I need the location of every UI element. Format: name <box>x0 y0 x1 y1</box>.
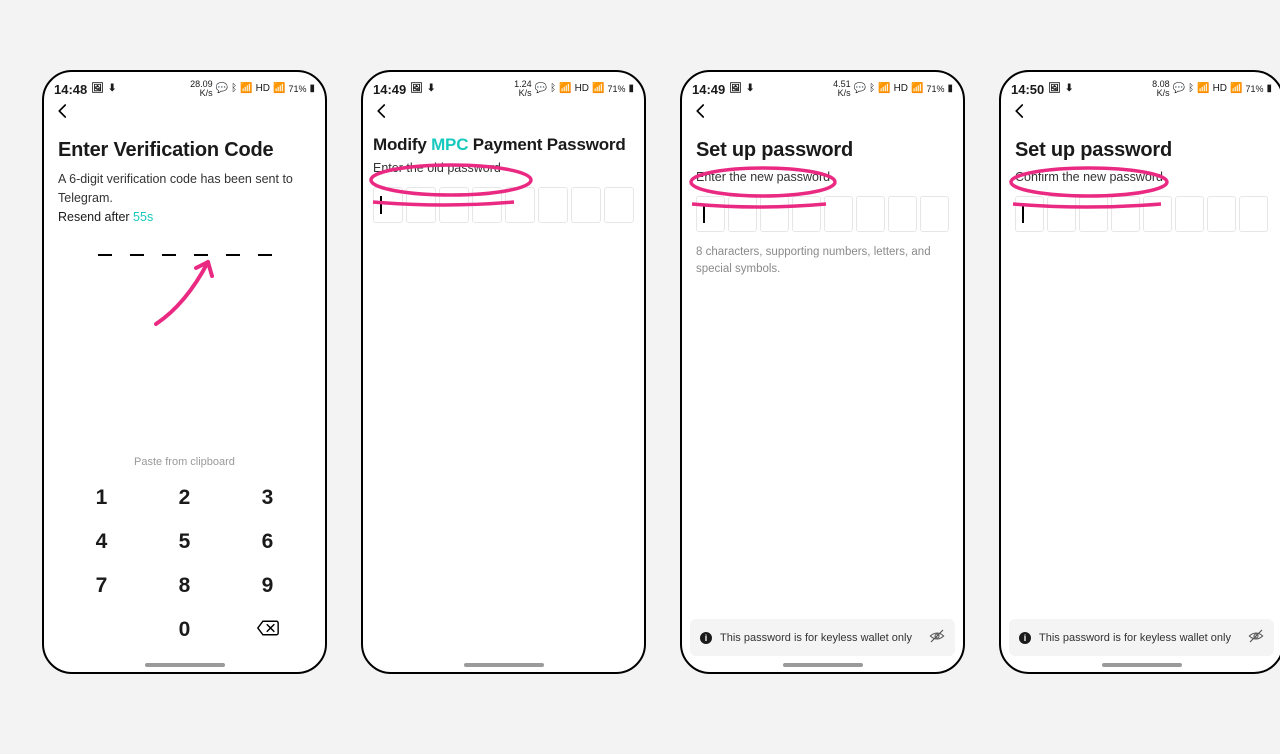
key-backspace[interactable] <box>226 608 309 652</box>
chevron-left-icon <box>692 102 710 120</box>
chevron-left-icon <box>373 102 391 120</box>
chevron-left-icon <box>54 102 72 120</box>
hd-icon: HD <box>575 84 589 94</box>
home-indicator <box>1102 663 1182 667</box>
image-icon: 🖼 <box>410 84 423 94</box>
code-input[interactable] <box>58 254 311 256</box>
wifi-icon: 📶 <box>878 84 890 94</box>
home-indicator <box>783 663 863 667</box>
key-8[interactable]: 8 <box>143 564 226 608</box>
bluetooth-icon: ᛒ <box>231 84 237 94</box>
footer-note: i This password is for keyless wallet on… <box>690 619 955 656</box>
eye-off-icon[interactable] <box>1248 628 1264 647</box>
key-2[interactable]: 2 <box>143 476 226 520</box>
hd-icon: HD <box>256 84 270 94</box>
image-icon: 🖼 <box>729 84 742 94</box>
password-helper: 8 characters, supporting numbers, letter… <box>696 244 949 279</box>
status-time: 14:49 <box>373 82 406 97</box>
bluetooth-icon: ᛒ <box>1188 84 1194 94</box>
signal-icon: 📶 <box>592 84 604 94</box>
chat-icon: 💬 <box>216 84 228 94</box>
download-icon: ⬇ <box>746 84 754 94</box>
back-button[interactable] <box>44 98 325 125</box>
battery-icon: ▮ <box>628 84 634 94</box>
password-input[interactable] <box>373 187 634 223</box>
battery-icon: ▮ <box>309 84 315 94</box>
page-title: Set up password <box>1015 139 1268 162</box>
status-time: 14:48 <box>54 82 87 97</box>
image-icon: 🖼 <box>91 84 104 94</box>
back-button[interactable] <box>363 98 644 125</box>
paste-hint[interactable]: Paste from clipboard <box>58 456 311 468</box>
status-time: 14:50 <box>1011 82 1044 97</box>
home-indicator <box>145 663 225 667</box>
password-input[interactable] <box>1015 196 1268 232</box>
phone-screen-3: 14:49 🖼 ⬇ 4.51K/s 💬 ᛒ 📶 HD 📶 71% ▮ <box>680 70 965 674</box>
status-bar: 14:49 🖼 ⬇ 1.24K/s 💬 ᛒ 📶 HD 📶 71% ▮ <box>363 72 644 98</box>
info-icon: i <box>700 632 712 644</box>
key-9[interactable]: 9 <box>226 564 309 608</box>
status-bar: 14:48 🖼 ⬇ 28.09K/s 💬 ᛒ 📶 HD 📶 71% ▮ <box>44 72 325 98</box>
instruction: Confirm the new password <box>1015 170 1268 184</box>
resend-line: Resend after 55s <box>58 210 311 224</box>
status-time: 14:49 <box>692 82 725 97</box>
resend-seconds: 55s <box>133 210 153 224</box>
wifi-icon: 📶 <box>240 84 252 94</box>
battery-text: 71% <box>607 84 625 94</box>
key-5[interactable]: 5 <box>143 520 226 564</box>
image-icon: 🖼 <box>1048 84 1061 94</box>
signal-icon: 📶 <box>273 84 285 94</box>
home-indicator <box>464 663 544 667</box>
back-button[interactable] <box>1001 98 1280 125</box>
instruction: Enter the new password <box>696 170 949 184</box>
info-icon: i <box>1019 632 1031 644</box>
signal-icon: 📶 <box>911 84 923 94</box>
status-bar: 14:50 🖼 ⬇ 8.08K/s 💬 ᛒ 📶 HD 📶 71% ▮ <box>1001 72 1280 98</box>
backspace-icon <box>257 620 279 636</box>
phone-screen-1: 14:48 🖼 ⬇ 28.09K/s 💬 ᛒ 📶 HD 📶 71% ▮ <box>42 70 327 674</box>
battery-text: 71% <box>288 84 306 94</box>
signal-icon: 📶 <box>1230 84 1242 94</box>
back-button[interactable] <box>682 98 963 125</box>
chat-icon: 💬 <box>854 84 866 94</box>
page-title: Enter Verification Code <box>58 139 311 162</box>
phone-screen-4: 14:50 🖼 ⬇ 8.08K/s 💬 ᛒ 📶 HD 📶 71% ▮ <box>999 70 1280 674</box>
bluetooth-icon: ᛒ <box>550 84 556 94</box>
phone-screen-2: 14:49 🖼 ⬇ 1.24K/s 💬 ᛒ 📶 HD 📶 71% ▮ <box>361 70 646 674</box>
page-title: Set up password <box>696 139 949 162</box>
download-icon: ⬇ <box>427 84 435 94</box>
status-bar: 14:49 🖼 ⬇ 4.51K/s 💬 ᛒ 📶 HD 📶 71% ▮ <box>682 72 963 98</box>
subtitle: A 6-digit verification code has been sen… <box>58 170 311 208</box>
page-title: Modify MPC Payment Password <box>373 135 634 155</box>
password-input[interactable] <box>696 196 949 232</box>
instruction: Enter the old password <box>373 161 634 175</box>
download-icon: ⬇ <box>1065 84 1073 94</box>
hd-icon: HD <box>894 84 908 94</box>
key-1[interactable]: 1 <box>60 476 143 520</box>
chat-icon: 💬 <box>535 84 547 94</box>
hd-icon: HD <box>1213 84 1227 94</box>
battery-text: 71% <box>926 84 944 94</box>
key-0[interactable]: 0 <box>143 608 226 652</box>
key-4[interactable]: 4 <box>60 520 143 564</box>
key-7[interactable]: 7 <box>60 564 143 608</box>
eye-off-icon[interactable] <box>929 628 945 647</box>
download-icon: ⬇ <box>108 84 116 94</box>
battery-icon: ▮ <box>947 84 953 94</box>
wifi-icon: 📶 <box>1197 84 1209 94</box>
wifi-icon: 📶 <box>559 84 571 94</box>
chat-icon: 💬 <box>1173 84 1185 94</box>
chevron-left-icon <box>1011 102 1029 120</box>
battery-text: 71% <box>1245 84 1263 94</box>
key-3[interactable]: 3 <box>226 476 309 520</box>
key-6[interactable]: 6 <box>226 520 309 564</box>
bluetooth-icon: ᛒ <box>869 84 875 94</box>
footer-note: i This password is for keyless wallet on… <box>1009 619 1274 656</box>
battery-icon: ▮ <box>1266 84 1272 94</box>
numeric-keypad: 1 2 3 4 5 6 7 8 9 0 <box>44 476 325 652</box>
